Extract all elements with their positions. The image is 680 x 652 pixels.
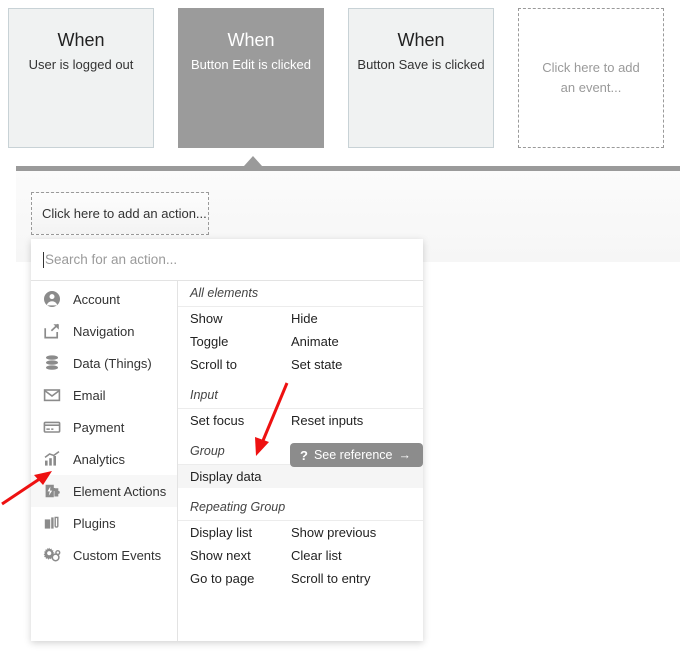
- action-item-display-list[interactable]: Display list: [178, 525, 291, 540]
- category-item-payment[interactable]: Payment: [31, 411, 177, 443]
- category-label: Account: [73, 291, 120, 307]
- section-header-repeating-group: Repeating Group: [178, 495, 423, 521]
- see-reference-button[interactable]: ? See reference →: [290, 443, 423, 467]
- element-actions-icon: [42, 481, 62, 501]
- event-card-user-logged-out[interactable]: When User is logged out: [8, 8, 154, 148]
- action-item-scroll-to[interactable]: Scroll to: [178, 357, 291, 372]
- action-item-clear-list[interactable]: Clear list: [291, 548, 342, 563]
- action-category-list: Account Navigation Data (Things) Email P…: [31, 281, 178, 641]
- payment-card-icon: [42, 417, 62, 437]
- right-arrow-icon: →: [398, 448, 411, 462]
- action-row[interactable]: Go to page Scroll to entry: [178, 567, 423, 590]
- event-description: Button Save is clicked: [357, 57, 485, 72]
- category-item-custom-events[interactable]: Custom Events: [31, 539, 177, 571]
- account-icon: [42, 289, 62, 309]
- section-header-input: Input: [178, 383, 423, 409]
- add-event-label: Click here to add an event...: [542, 60, 640, 95]
- category-item-data-things[interactable]: Data (Things): [31, 347, 177, 379]
- action-row[interactable]: Display list Show previous: [178, 521, 423, 544]
- category-item-analytics[interactable]: Analytics: [31, 443, 177, 475]
- event-when-label: When: [397, 30, 445, 50]
- add-action-label: Click here to add an action...: [42, 206, 207, 221]
- action-item-animate[interactable]: Animate: [291, 334, 339, 349]
- event-card-button-save-clicked[interactable]: When Button Save is clicked: [348, 8, 494, 148]
- category-item-navigation[interactable]: Navigation: [31, 315, 177, 347]
- add-event-card[interactable]: Click here to add an event...: [518, 8, 664, 148]
- custom-events-icon: [42, 545, 62, 565]
- action-item-reset-inputs[interactable]: Reset inputs: [291, 413, 363, 428]
- category-label: Analytics: [73, 451, 126, 467]
- section-header-all-elements: All elements: [178, 281, 423, 307]
- category-label: Email: [73, 387, 106, 403]
- action-item-show-previous[interactable]: Show previous: [291, 525, 376, 540]
- database-icon: [42, 353, 62, 373]
- category-item-email[interactable]: Email: [31, 379, 177, 411]
- action-item-set-state[interactable]: Set state: [291, 357, 342, 372]
- action-item-hide[interactable]: Hide: [291, 311, 318, 326]
- category-label: Data (Things): [73, 355, 152, 371]
- email-icon: [42, 385, 62, 405]
- action-item-toggle[interactable]: Toggle: [178, 334, 291, 349]
- category-item-account[interactable]: Account: [31, 283, 177, 315]
- category-item-plugins[interactable]: Plugins: [31, 507, 177, 539]
- action-row[interactable]: Toggle Animate: [178, 330, 423, 353]
- action-search-row[interactable]: [31, 239, 423, 281]
- action-row[interactable]: Show Hide: [178, 307, 423, 330]
- panel-caret-icon: [244, 156, 262, 166]
- event-card-button-edit-clicked[interactable]: When Button Edit is clicked: [178, 8, 324, 148]
- question-mark-icon: ?: [300, 447, 308, 463]
- action-item-go-to-page[interactable]: Go to page: [178, 571, 291, 586]
- action-row[interactable]: Show next Clear list: [178, 544, 423, 567]
- action-item-set-focus[interactable]: Set focus: [178, 413, 291, 428]
- action-picker-dropdown: Account Navigation Data (Things) Email: [31, 239, 423, 641]
- event-description: Button Edit is clicked: [191, 57, 311, 72]
- action-item-display-data[interactable]: Display data: [178, 469, 291, 484]
- action-row[interactable]: Scroll to Set state: [178, 353, 423, 376]
- category-label: Payment: [73, 419, 125, 435]
- add-action-button[interactable]: Click here to add an action...: [31, 192, 209, 235]
- plugins-icon: [42, 513, 62, 533]
- action-item-show-next[interactable]: Show next: [178, 548, 291, 563]
- navigation-icon: [42, 321, 62, 341]
- action-item-scroll-to-entry[interactable]: Scroll to entry: [291, 571, 370, 586]
- category-label: Navigation: [73, 323, 135, 339]
- event-description: User is logged out: [28, 57, 134, 72]
- action-row[interactable]: Display data: [178, 465, 423, 488]
- action-item-show[interactable]: Show: [178, 311, 291, 326]
- category-label: Element Actions: [73, 483, 167, 499]
- action-search-input[interactable]: [45, 252, 375, 267]
- category-label: Custom Events: [73, 547, 162, 563]
- event-when-label: When: [57, 30, 105, 50]
- analytics-icon: [42, 449, 62, 469]
- events-row: When User is logged out When Button Edit…: [0, 0, 680, 152]
- event-when-label: When: [227, 30, 275, 50]
- see-reference-label: See reference: [313, 448, 393, 462]
- category-item-element-actions[interactable]: Element Actions: [31, 475, 177, 507]
- text-caret-icon: [43, 251, 44, 268]
- category-label: Plugins: [73, 515, 116, 531]
- action-row[interactable]: Set focus Reset inputs: [178, 409, 423, 432]
